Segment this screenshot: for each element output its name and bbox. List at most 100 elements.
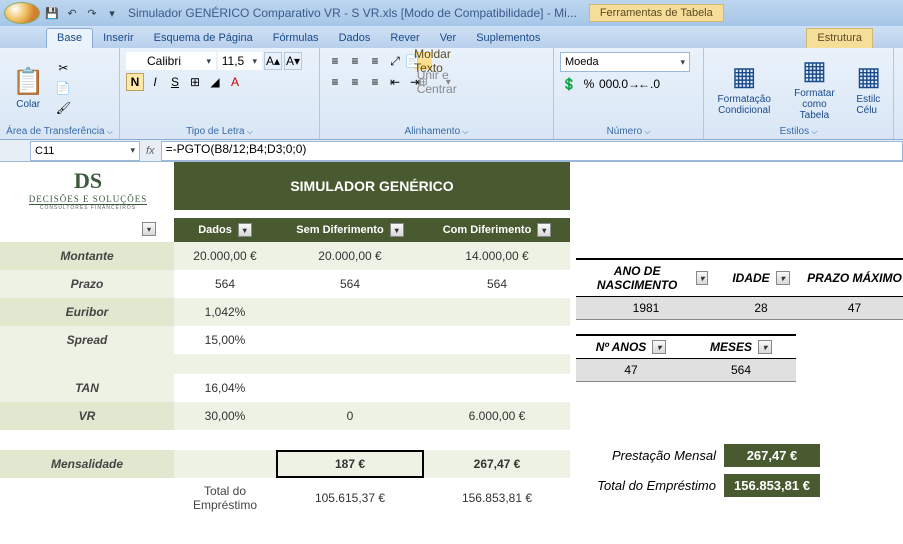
- formula-input[interactable]: =-PGTO(B8/12;B4;D3;0;0): [161, 141, 903, 161]
- val-prazomax[interactable]: 47: [806, 297, 903, 320]
- fx-icon[interactable]: fx: [140, 145, 161, 157]
- cell-dados-vr[interactable]: 30,00%: [174, 402, 276, 430]
- indent-dec-icon[interactable]: ⇤: [386, 73, 404, 91]
- blank-row2[interactable]: [0, 430, 570, 450]
- cell-com-mensalidade[interactable]: 267,47 €: [424, 450, 570, 478]
- cell-sem-tan[interactable]: [276, 374, 424, 402]
- cell-sem-mensalidade[interactable]: 187 €: [276, 450, 424, 478]
- fill-color-icon[interactable]: ◢: [206, 73, 224, 91]
- align-right-icon[interactable]: ≡: [366, 73, 384, 91]
- font-color-icon[interactable]: A: [226, 73, 244, 91]
- cell-sem-spread[interactable]: [276, 326, 424, 354]
- cell-sem-euribor[interactable]: [276, 298, 424, 326]
- filter-icon[interactable]: ▾: [758, 340, 772, 354]
- cond-format-button[interactable]: ▦Formatação Condicional: [710, 59, 778, 118]
- font-size-combo[interactable]: 11,5: [218, 52, 262, 70]
- cell-dados-euribor[interactable]: 1,042%: [174, 298, 276, 326]
- val-idade[interactable]: 28: [716, 297, 806, 320]
- cell-com-spread[interactable]: [424, 326, 570, 354]
- cell-dados-prazo[interactable]: 564: [174, 270, 276, 298]
- font-name-combo[interactable]: Calibri: [126, 52, 216, 70]
- format-table-button[interactable]: ▦Formatar como Tabela: [782, 53, 846, 123]
- grow-font-icon[interactable]: A▴: [264, 52, 282, 70]
- save-icon[interactable]: 💾: [44, 5, 60, 21]
- undo-icon[interactable]: ↶: [64, 5, 80, 21]
- tab-ver[interactable]: Ver: [430, 29, 467, 48]
- copy-icon[interactable]: 📄: [54, 79, 72, 97]
- filter-icon[interactable]: ▾: [537, 223, 551, 237]
- val-meses[interactable]: 564: [686, 359, 796, 382]
- filter-icon[interactable]: ▾: [238, 223, 252, 237]
- filter-icon[interactable]: ▾: [390, 223, 404, 237]
- side-table-term: Nº ANOS▾ MESES▾ 47 564: [576, 334, 796, 382]
- tab-rever[interactable]: Rever: [380, 29, 429, 48]
- comma-icon[interactable]: 000: [600, 75, 618, 93]
- align-bottom-icon[interactable]: ≡: [366, 52, 384, 70]
- blank-row[interactable]: [0, 354, 570, 374]
- filter-icon[interactable]: ▾: [776, 271, 790, 285]
- align-left-icon[interactable]: ≡: [326, 73, 344, 91]
- val-nanos[interactable]: 47: [576, 359, 686, 382]
- name-box[interactable]: C11: [30, 141, 140, 161]
- worksheet[interactable]: DS DECISÕES E SOLUÇÕES CONSULTORES FINAN…: [0, 162, 903, 544]
- border-icon[interactable]: ⊞: [186, 73, 204, 91]
- val-ano[interactable]: 1981: [576, 297, 716, 320]
- group-styles-label: Estilos: [710, 124, 887, 137]
- cell-com-tan[interactable]: [424, 374, 570, 402]
- tab-inserir[interactable]: Inserir: [93, 29, 144, 48]
- summary-total-val[interactable]: 156.853,81 €: [724, 474, 820, 499]
- filter-icon[interactable]: ▾: [652, 340, 666, 354]
- cell-dados-montante[interactable]: 20.000,00 €: [174, 242, 276, 270]
- align-top-icon[interactable]: ≡: [326, 52, 344, 70]
- cell-styles-button[interactable]: ▦Estilc Célu: [850, 59, 887, 118]
- cell-dados-tan[interactable]: 16,04%: [174, 374, 276, 402]
- group-align-label: Alinhamento: [326, 124, 547, 137]
- inc-decimal-icon[interactable]: .0→: [620, 75, 638, 93]
- tab-suplementos[interactable]: Suplementos: [466, 29, 550, 48]
- currency-icon[interactable]: 💲: [560, 75, 578, 93]
- cell-sem-total[interactable]: 105.615,37 €: [276, 478, 424, 518]
- cell-com-euribor[interactable]: [424, 298, 570, 326]
- format-painter-icon[interactable]: 🖌: [54, 99, 72, 117]
- tab-formulas[interactable]: Fórmulas: [263, 29, 329, 48]
- cell-com-montante[interactable]: 14.000,00 €: [424, 242, 570, 270]
- label-spread: Spread: [0, 326, 174, 354]
- align-middle-icon[interactable]: ≡: [346, 52, 364, 70]
- cell-dados-spread[interactable]: 15,00%: [174, 326, 276, 354]
- filter-icon[interactable]: ▾: [142, 222, 156, 236]
- clipboard-icon: 📋: [12, 66, 44, 97]
- side-table-age: ANO DE NASCIMENTO▾ IDADE▾ PRAZO MÁXIMO 1…: [576, 258, 903, 320]
- bold-icon[interactable]: N: [126, 73, 144, 91]
- cell-dados-mensalidade[interactable]: [174, 450, 276, 478]
- cell-sem-montante[interactable]: 20.000,00 €: [276, 242, 424, 270]
- cell-sem-vr[interactable]: 0: [276, 402, 424, 430]
- cell-sem-prazo[interactable]: 564: [276, 270, 424, 298]
- cell-com-total[interactable]: 156.853,81 €: [424, 478, 570, 518]
- summary-prest-val[interactable]: 267,47 €: [724, 444, 820, 469]
- cut-icon[interactable]: ✂: [54, 59, 72, 77]
- tab-base[interactable]: Base: [46, 28, 93, 48]
- paste-button[interactable]: 📋Colar: [6, 64, 50, 112]
- filter-icon[interactable]: ▾: [696, 271, 708, 285]
- tab-estrutura[interactable]: Estrutura: [806, 28, 873, 48]
- tab-dados[interactable]: Dados: [329, 29, 381, 48]
- tab-esquema[interactable]: Esquema de Página: [144, 29, 263, 48]
- align-center-icon[interactable]: ≡: [346, 73, 364, 91]
- italic-icon[interactable]: I: [146, 73, 164, 91]
- qat-more-icon[interactable]: ▾: [104, 5, 120, 21]
- formula-bar: C11 fx =-PGTO(B8/12;B4;D3;0;0): [0, 140, 903, 162]
- percent-icon[interactable]: %: [580, 75, 598, 93]
- number-format-combo[interactable]: Moeda: [560, 52, 690, 72]
- underline-icon[interactable]: S: [166, 73, 184, 91]
- dec-decimal-icon[interactable]: ←.0: [640, 75, 658, 93]
- redo-icon[interactable]: ↷: [84, 5, 100, 21]
- hdr-prazomax: PRAZO MÁXIMO: [806, 258, 903, 297]
- orientation-icon[interactable]: ⤢: [386, 52, 404, 70]
- cell-com-prazo[interactable]: 564: [424, 270, 570, 298]
- label-prazo: Prazo: [0, 270, 174, 298]
- office-button[interactable]: [4, 2, 40, 24]
- shrink-font-icon[interactable]: A▾: [284, 52, 302, 70]
- cell-com-vr[interactable]: 6.000,00 €: [424, 402, 570, 430]
- cond-format-icon: ▦: [732, 61, 757, 92]
- merge-button[interactable]: ⊞ Unir e Centrar ▾: [426, 73, 444, 91]
